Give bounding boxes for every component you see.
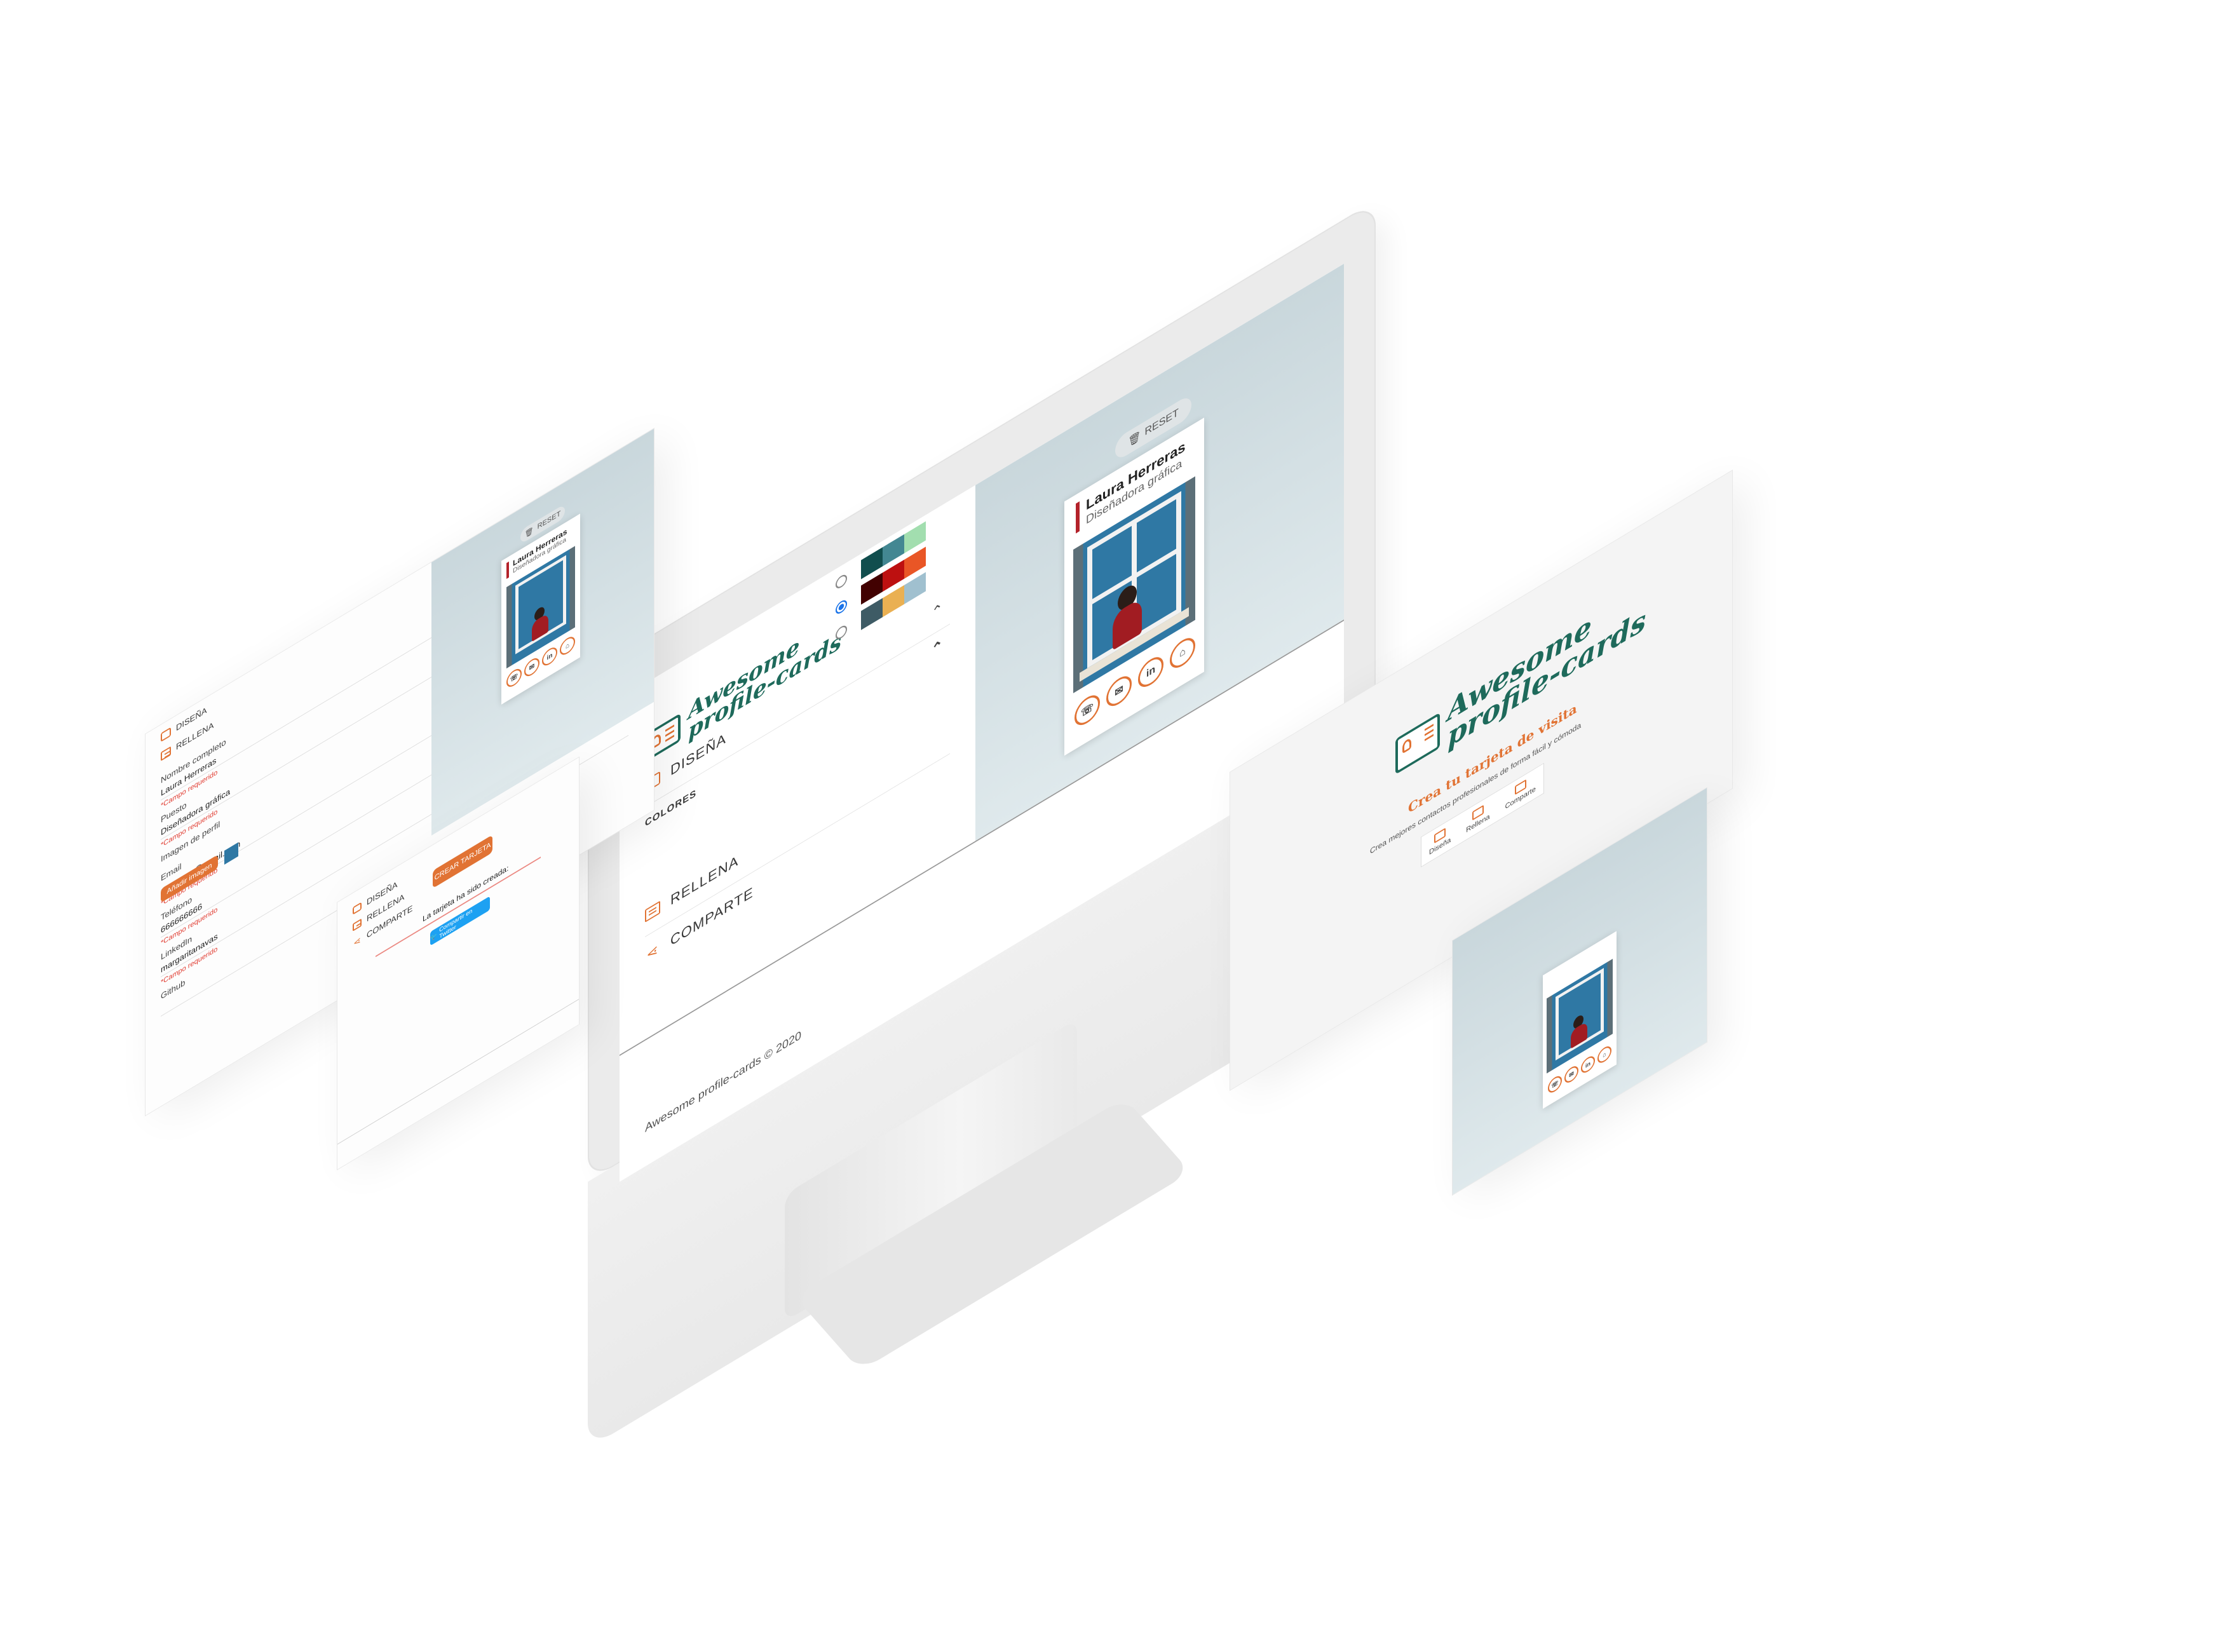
github-icon[interactable]: ⌂ — [560, 633, 575, 658]
reset-label: RESET — [1144, 407, 1179, 438]
linkedin-icon[interactable]: in — [1581, 1053, 1595, 1076]
phone-icon[interactable]: ☏ — [506, 665, 522, 691]
logo-card-icon — [1395, 712, 1440, 775]
email-icon[interactable]: ✉ — [1564, 1063, 1578, 1086]
landing-step[interactable]: Rellena — [1458, 792, 1497, 844]
fill-icon — [645, 900, 660, 923]
profile-card: Laura Herreras Diseñadora gráfica ☏ ✉ in ⌂ — [501, 513, 580, 705]
trash-icon: 🗑 — [524, 525, 534, 539]
design-icon — [353, 902, 362, 915]
chevron-up-icon: ⌃ — [931, 599, 944, 623]
chevron-up-icon: ⌃ — [931, 635, 944, 660]
image-thumbnail — [224, 842, 238, 865]
fill-icon — [161, 745, 171, 761]
design-icon — [161, 726, 171, 742]
share-icon: ⋖ — [353, 933, 361, 949]
phone-icon[interactable]: ☏ — [1075, 689, 1100, 731]
landing-logo: Awesome profile-cards — [1395, 579, 1646, 783]
github-icon[interactable]: ⌂ — [1597, 1043, 1611, 1066]
form-preview-area: 🗑 RESET Laura Herreras Diseñadora gráfic… — [431, 428, 654, 836]
github-icon[interactable]: ⌂ — [1170, 632, 1195, 674]
email-icon[interactable]: ✉ — [1106, 670, 1132, 712]
twitter-icon: 🐦 — [430, 931, 438, 942]
palette-radio[interactable] — [836, 597, 847, 616]
linkedin-icon[interactable]: in — [542, 644, 557, 669]
profile-card: ☏ ✉ in ⌂ — [1543, 931, 1617, 1109]
fill-icon — [353, 918, 362, 931]
palette-radio[interactable] — [836, 623, 847, 642]
linkedin-icon[interactable]: in — [1138, 651, 1163, 693]
email-icon[interactable]: ✉ — [524, 654, 539, 680]
share-twitter-button[interactable]: 🐦 Compartir en Twitter — [430, 896, 490, 946]
share-icon: ⋖ — [646, 940, 659, 964]
palette-radio[interactable] — [836, 572, 847, 591]
landing-step[interactable]: Diseña — [1421, 815, 1458, 867]
phone-icon[interactable]: ☏ — [1548, 1073, 1562, 1096]
profile-card: Laura Herreras Diseñadora gráfica ☏ ✉ in ⌂ — [1064, 417, 1204, 756]
trash-icon: 🗑 — [1128, 430, 1141, 449]
